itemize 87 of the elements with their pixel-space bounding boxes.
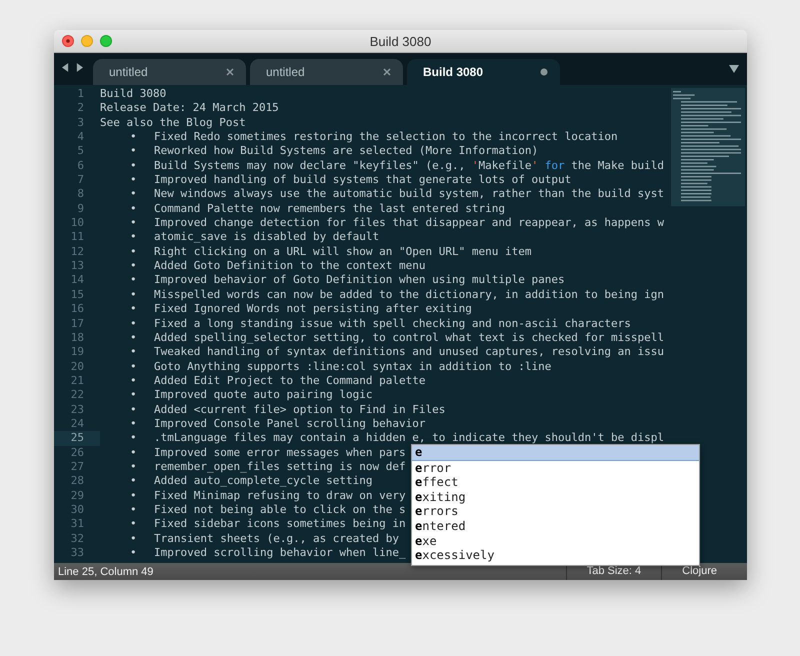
code-line: • remember_open_files setting is now def [130,460,406,474]
code-line: • Command Palette now remembers the last entered string [130,202,505,216]
line-number: 3 [76,116,85,130]
line-number: 10 [70,216,85,230]
line-number: 25 [54,431,100,446]
code-line: Build 3080 [100,87,166,102]
code-line: • Fixed Redo sometimes restoring the selection to the incorrect location [130,130,618,144]
code-line: • Added auto_complete_cycle setting [130,474,373,489]
code-line: • Added Edit Project to the Command palette [130,374,426,388]
modified-dot-icon[interactable] [540,68,548,76]
code-line: • Added spelling_selector setting, to control what text is checked for misspell [130,330,664,346]
completion-item[interactable]: entered [412,518,699,534]
code-line: • Improved handling of build systems that generate lots of output [130,173,572,188]
close-icon[interactable] [383,68,391,76]
completion-item[interactable]: effect [412,475,699,490]
line-number: 16 [70,302,85,316]
code-line: • Improved change detection for files that disappear and reappear, as happens w [130,216,664,230]
line-number: 28 [70,474,85,489]
close-icon[interactable] [226,68,234,76]
back-arrow-icon[interactable] [62,63,69,72]
line-number: 12 [70,244,85,260]
line-number: 1 [76,87,85,102]
line-number: 24 [70,416,85,432]
line-number: 13 [70,259,85,274]
line-number: 4 [76,130,85,144]
editor-tab[interactable]: Build 3080 [407,59,560,85]
line-number: 14 [70,273,85,288]
completion-item[interactable]: exiting [412,490,699,504]
code-line: • Transient sheets (e.g., as created by [130,532,400,546]
line-number: 31 [70,517,85,532]
completion-item[interactable]: exe [412,534,699,548]
cursor-position: Line 25, Column 49 [57,566,154,578]
code-line: • Fixed Ignored Words not persisting after exiting [130,302,472,316]
code-line: • Misspelled words can now be added to the dictionary, in addition to being ign [130,288,664,302]
code-line: • Improved behavior of Goto Definition when using multiple panes [130,273,565,288]
line-number: 29 [70,488,85,503]
code-line: • atomic_save is disabled by default [130,230,380,245]
zoom-button[interactable] [100,35,112,47]
line-number: 9 [76,202,85,216]
code-line: • Fixed a long standing issue with spell checking and non-ascii characters [130,316,631,331]
line-number: 20 [70,360,85,374]
line-number: 22 [70,388,85,403]
line-number: 2 [76,101,85,116]
code-line: • Improved scrolling behavior when line_ [130,546,406,560]
completion-item[interactable]: error [412,460,699,476]
close-button[interactable] [62,35,74,47]
line-number: 26 [70,446,85,460]
window-title: Build 3080 [368,34,432,48]
forward-arrow-icon[interactable] [76,63,83,72]
code-line: • Added <current file> option to Find in Files [130,402,446,417]
line-number: 11 [70,230,85,245]
line-number: 30 [70,502,85,518]
line-number: 23 [70,402,85,417]
code-line: • .tmLanguage files may contain a hidden e, to indicate they shouldn't be displ [130,431,664,446]
code-line: • Reworked how Build Systems are selected (More Information) [130,144,538,159]
code-line: Release Date: 24 March 2015 [100,101,279,116]
code-line: • Build Systems may now declare "keyfiles" (e.g., 'Makefile' for the Make build [130,158,664,174]
code-line: • Fixed not being able to click on the s [130,502,406,518]
dropdown-caret-icon[interactable] [729,65,739,73]
line-number: 21 [70,374,85,388]
line-number: 6 [76,158,85,174]
line-number: 27 [70,460,85,474]
line-number: 18 [70,330,85,346]
code-line: • Fixed sidebar icons sometimes being in [130,517,406,532]
editor-tab[interactable]: untitled [93,59,246,85]
code-line: • Tweaked handling of syntax definitions and unused captures, resolving an issu [130,345,664,360]
code-line: • Improved Console Panel scrolling behavior [130,416,426,432]
code-line: • Improved quote auto pairing logic [130,388,373,403]
line-number: 8 [76,187,85,202]
code-line: • Fixed Minimap refusing to draw on very [130,488,406,503]
line-number: 17 [70,316,85,331]
code-line: • Right clicking on a URL will show an "Open URL" menu item [130,244,532,260]
code-line: • New windows always use the automatic build system, rather than the build syst [130,187,664,202]
line-number: 7 [76,173,85,188]
line-number: 19 [70,345,85,360]
completion-item[interactable]: errors [412,504,699,519]
editor-tab[interactable]: untitled [250,59,403,85]
completion-item[interactable]: e [412,445,699,461]
line-number: 32 [70,532,85,546]
completion-item[interactable]: excessively [412,548,699,563]
code-line: • Goto Anything supports :line:col syntax in addition to :line [130,360,552,374]
code-line: See also the Blog Post [100,116,246,130]
line-number: 33 [70,546,85,560]
code-line: • Added Goto Definition to the context menu [130,259,426,274]
line-number: 15 [70,288,85,302]
line-number: 5 [76,144,85,159]
code-line: • Improved some error messages when pars [130,446,406,460]
